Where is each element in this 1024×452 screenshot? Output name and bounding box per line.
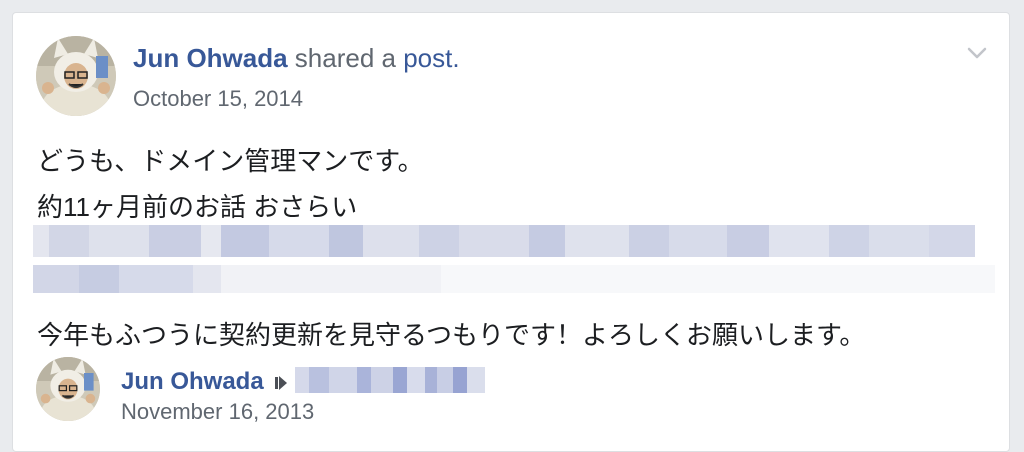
post-text-line-2: 約11ヶ月前のお話 おさらい — [37, 192, 358, 222]
author-name-link[interactable]: Jun Ohwada — [133, 43, 288, 73]
redacted-link-line-1 — [33, 225, 995, 257]
post-timestamp[interactable]: October 15, 2014 — [133, 86, 303, 112]
post-menu-button[interactable] — [965, 41, 989, 65]
shared-author-avatar[interactable] — [36, 357, 100, 421]
author-avatar[interactable] — [36, 36, 116, 116]
shared-author-name[interactable]: Jun Ohwada — [121, 368, 264, 395]
avatar-image — [36, 357, 100, 421]
headline-period: . — [452, 43, 460, 73]
redacted-link-line-2 — [33, 265, 995, 293]
chevron-down-icon — [967, 47, 987, 59]
post-card: Jun Ohwada shared a post. October 15, 20… — [12, 12, 1010, 452]
avatar-image — [36, 36, 116, 116]
action-text: shared a — [287, 43, 404, 73]
post-text-line-1: どうも、ドメイン管理マンです。 — [37, 146, 424, 176]
caret-right-icon — [275, 373, 289, 393]
post-link[interactable]: post — [403, 43, 452, 73]
redacted-share-target[interactable] — [295, 367, 485, 393]
shared-post-timestamp[interactable]: November 16, 2013 — [121, 399, 314, 425]
post-text-line-3: 今年もふつうに契約更新を見守るつもりです！よろしくお願いします。 — [37, 320, 866, 350]
post-headline: Jun Ohwada shared a post. — [133, 43, 460, 74]
shared-author-name-link[interactable]: Jun Ohwada — [121, 368, 264, 396]
